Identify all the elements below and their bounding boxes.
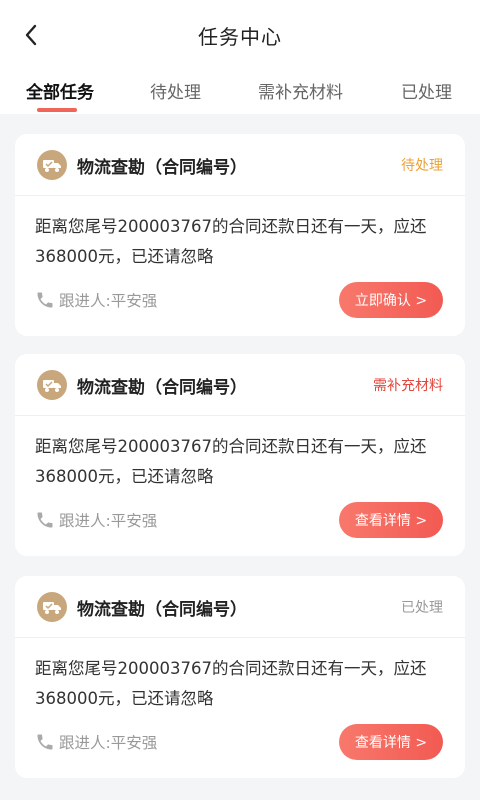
truck-check-icon [37,150,67,180]
confirm-now-button[interactable]: 立即确认 > [339,282,443,318]
card-title: 物流查勘（合同编号） [77,378,247,398]
status-badge: 需补充材料 [373,378,443,394]
back-button[interactable] [16,20,46,50]
card-description: 距离您尾号200003767的合同还款日还有一天，应还368000元，已还请忽略 [35,437,427,486]
tab-all-tasks[interactable]: 全部任务 [26,78,94,103]
tab-need-material[interactable]: 需补充材料 [258,78,343,103]
truck-check-icon [37,370,67,400]
header-bar: 任务中心 [0,0,480,70]
task-card[interactable]: 物流查勘（合同编号） 需补充材料 距离您尾号200003767的合同还款日还有一… [15,354,465,556]
card-title: 物流查勘（合同编号） [77,158,247,178]
task-card[interactable]: 物流查勘（合同编号） 已处理 距离您尾号200003767的合同还款日还有一天，… [15,576,465,778]
tab-bar: 全部任务 待处理 需补充材料 已处理 [0,70,480,114]
card-description: 距离您尾号200003767的合同还款日还有一天，应还368000元，已还请忽略 [35,217,427,266]
card-contact: 跟进人:平安强 [35,508,157,532]
status-badge: 待处理 [401,158,443,174]
phone-icon [35,290,55,310]
tab-pending[interactable]: 待处理 [150,78,201,103]
card-header: 物流查勘（合同编号） 已处理 [15,576,465,638]
contact-label: 跟进人:平安强 [59,512,158,530]
tab-processed[interactable]: 已处理 [401,78,452,103]
card-contact: 跟进人:平安强 [35,288,157,312]
view-details-button[interactable]: 查看详情 > [339,502,443,538]
contact-label: 跟进人:平安强 [59,734,158,752]
contact-label: 跟进人:平安强 [59,292,158,310]
card-description: 距离您尾号200003767的合同还款日还有一天，应还368000元，已还请忽略 [35,659,427,708]
chevron-left-icon [25,24,37,46]
card-header: 物流查勘（合同编号） 待处理 [15,134,465,196]
page-title: 任务中心 [198,24,282,49]
task-center-screen: 任务中心 全部任务 待处理 需补充材料 已处理 物流查勘（合同编号） 待处理 距… [0,0,480,800]
truck-check-icon [37,592,67,622]
card-contact: 跟进人:平安强 [35,730,157,754]
card-title: 物流查勘（合同编号） [77,600,247,620]
phone-icon [35,732,55,752]
phone-icon [35,510,55,530]
view-details-button[interactable]: 查看详情 > [339,724,443,760]
active-tab-indicator [37,108,77,112]
card-header: 物流查勘（合同编号） 需补充材料 [15,354,465,416]
task-card[interactable]: 物流查勘（合同编号） 待处理 距离您尾号200003767的合同还款日还有一天，… [15,134,465,336]
status-badge: 已处理 [401,600,443,616]
